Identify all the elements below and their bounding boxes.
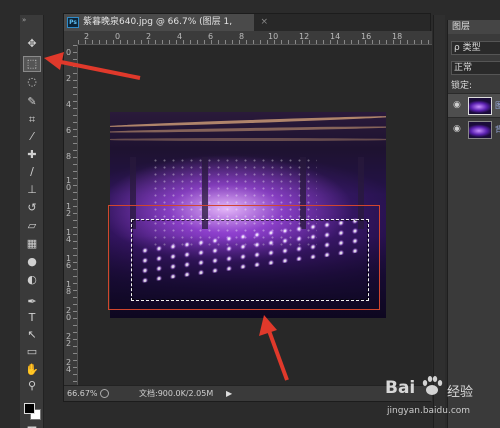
- layers-panel: 图层 ρ 类型 正常 锁定: ◉ 图 ◉ 背: [447, 20, 500, 428]
- ruler-label: 1 2: [66, 202, 72, 218]
- hand-tool-icon[interactable]: ✋: [24, 363, 40, 377]
- ceiling-light-band: [110, 138, 386, 141]
- quick-select-tool-icon[interactable]: ✎: [24, 95, 40, 109]
- zoom-level[interactable]: 66.67%: [67, 386, 98, 401]
- ruler-label: 14: [330, 32, 341, 41]
- ruler-label: 2: [84, 32, 90, 41]
- ruler-label: 6: [208, 32, 214, 41]
- layer-thumbnail: [468, 121, 492, 139]
- ruler-label: 2 0: [66, 306, 72, 322]
- status-info-icon[interactable]: [100, 389, 109, 398]
- ruler-label: 10: [268, 32, 279, 41]
- ruler-label: 2 2: [66, 332, 72, 348]
- ruler-label: 0: [115, 32, 121, 41]
- layer-thumbnail: [468, 97, 492, 115]
- ruler-label: 0: [66, 48, 72, 57]
- tab-layers[interactable]: 图层: [448, 20, 500, 34]
- ruler-label: 4: [177, 32, 183, 41]
- ruler-label: 2 4: [66, 358, 72, 374]
- eraser-tool-icon[interactable]: ▱: [24, 219, 40, 233]
- layer-row-1[interactable]: ◉ 图: [448, 93, 500, 117]
- layer-name: 背: [495, 125, 500, 134]
- watermark-brand: Bai: [385, 378, 416, 398]
- eyedropper-tool-icon[interactable]: ⁄: [24, 130, 40, 144]
- marquee-tool-icon[interactable]: ⬚: [23, 56, 41, 72]
- lasso-tool-icon[interactable]: ◌: [24, 75, 40, 89]
- blur-tool-icon[interactable]: ●: [24, 255, 40, 269]
- paw-logo-icon: [422, 376, 443, 395]
- horizontal-ruler[interactable]: 2 0 2 4 6 8 10 12 14 16 18: [78, 31, 432, 45]
- visibility-eye-icon[interactable]: ◉: [453, 124, 461, 134]
- status-bar: 66.67% 文档:900.0K/2.05M ▶: [64, 385, 432, 401]
- vertical-ruler[interactable]: 0 2 4 6 8 1 0 1 2 1 4 1 6 1 8 2 0 2 2 2 …: [64, 45, 78, 387]
- history-brush-tool-icon[interactable]: ↺: [24, 201, 40, 215]
- brush-tool-icon[interactable]: ∕: [24, 165, 40, 179]
- ruler-label: 12: [299, 32, 310, 41]
- ruler-label: 18: [392, 32, 403, 41]
- ruler-label: 2: [146, 32, 152, 41]
- dodge-tool-icon[interactable]: ◐: [24, 273, 40, 287]
- ruler-label: 8: [239, 32, 245, 41]
- ruler-label: 4: [66, 100, 72, 109]
- tools-panel: » ✥ ⬚ ◌ ✎ ⌗ ⁄ ✚ ∕ ⊥ ↺ ▱ ▦ ● ◐ ✒ T ↖ ▭ ✋ …: [20, 15, 44, 428]
- ceiling-light-band: [110, 125, 386, 134]
- selection-marquee[interactable]: [131, 219, 369, 301]
- pen-tool-icon[interactable]: ✒: [24, 295, 40, 309]
- watermark-url: jingyan.baidu.com: [387, 406, 471, 416]
- collapsed-panel-strip[interactable]: [433, 15, 445, 428]
- watermark-brand-cn: 经验: [447, 385, 474, 400]
- close-tab-icon[interactable]: ×: [260, 14, 268, 31]
- path-select-tool-icon[interactable]: ↖: [24, 328, 40, 342]
- ruler-label: 1 4: [66, 228, 72, 244]
- zoom-tool-icon[interactable]: ⚲: [24, 379, 40, 393]
- status-menu-arrow-icon[interactable]: ▶: [226, 386, 232, 401]
- document-size: 文档:900.0K/2.05M: [139, 389, 214, 398]
- blend-mode-select[interactable]: 正常: [451, 61, 500, 75]
- ruler-label: 2: [66, 74, 72, 83]
- foreground-color-swatch[interactable]: [24, 403, 35, 414]
- ruler-label: 1 6: [66, 254, 72, 270]
- gradient-tool-icon[interactable]: ▦: [24, 237, 40, 251]
- visibility-eye-icon[interactable]: ◉: [453, 100, 461, 110]
- ruler-label: 16: [361, 32, 372, 41]
- crop-tool-icon[interactable]: ⌗: [24, 113, 40, 127]
- ruler-ticks: [78, 40, 432, 44]
- ruler-label: 1 8: [66, 280, 72, 296]
- layer-row-background[interactable]: ◉ 背: [448, 117, 500, 141]
- ps-file-icon: Ps: [67, 17, 79, 28]
- layer-name: 图: [495, 101, 500, 110]
- lock-label: 锁定:: [451, 81, 473, 91]
- ruler-label: 8: [66, 152, 72, 161]
- healing-tool-icon[interactable]: ✚: [24, 148, 40, 162]
- move-tool-icon[interactable]: ✥: [24, 37, 40, 51]
- type-tool-icon[interactable]: T: [24, 311, 40, 325]
- layer-filter-select[interactable]: ρ 类型: [451, 41, 500, 55]
- baidu-jingyan-watermark: Bai 经验 jingyan.baidu.com: [385, 372, 498, 424]
- ruler-label: 1 0: [66, 176, 72, 192]
- stamp-tool-icon[interactable]: ⊥: [24, 183, 40, 197]
- panel-collapse-toggle[interactable]: »: [20, 15, 43, 25]
- document-tab[interactable]: Ps 紫暮晚泉640.jpg @ 66.7% (图层 1, RGB/8) * ×: [64, 14, 268, 44]
- shape-tool-icon[interactable]: ▭: [24, 345, 40, 359]
- ruler-origin[interactable]: [64, 31, 78, 45]
- ruler-label: 6: [66, 126, 72, 135]
